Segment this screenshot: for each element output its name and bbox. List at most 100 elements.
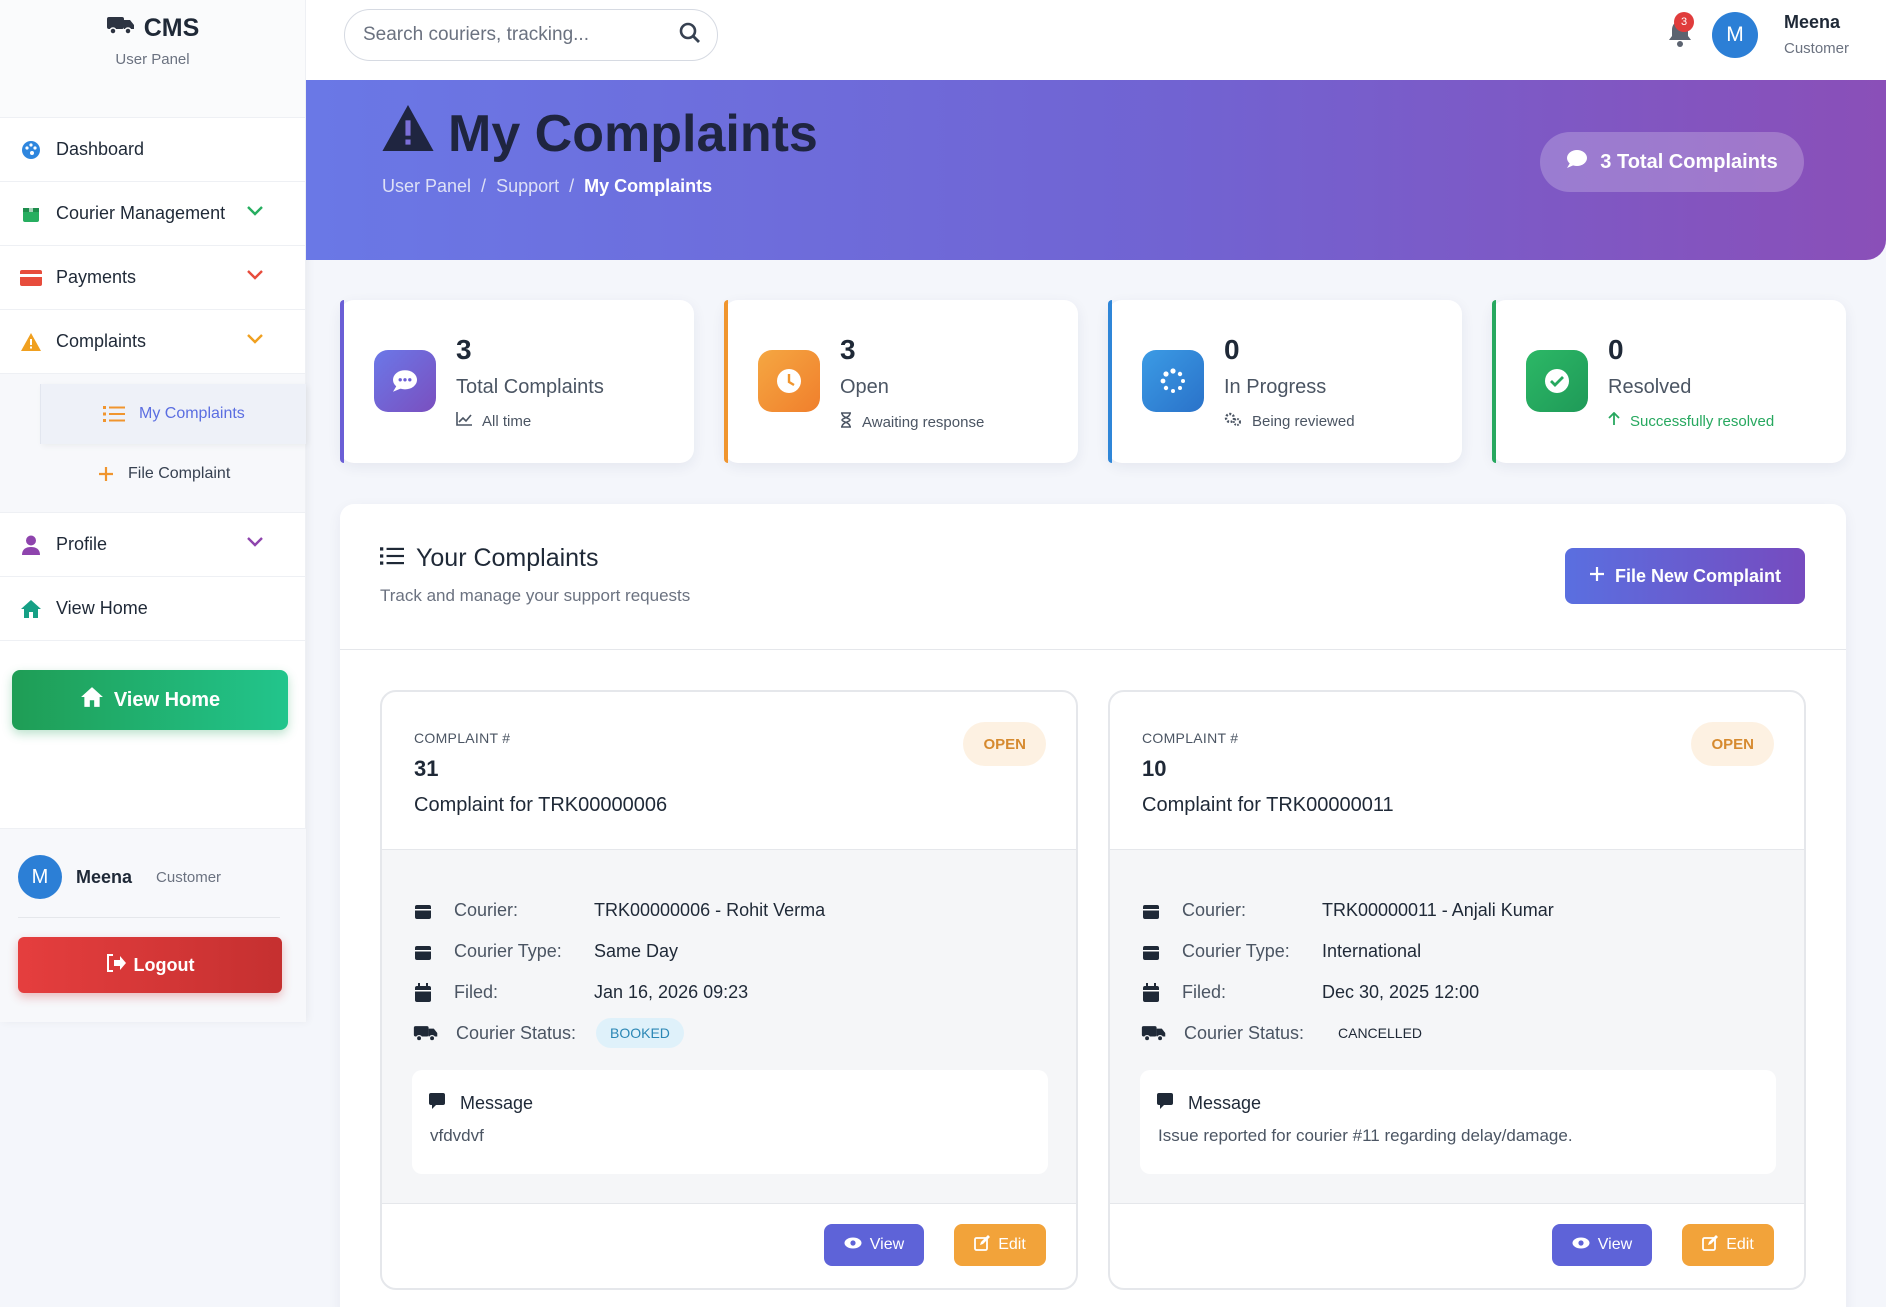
field-label: Courier Status: <box>456 1022 577 1043</box>
edit-icon <box>1702 1234 1719 1256</box>
list-icon <box>103 405 125 423</box>
view-button[interactable]: View <box>824 1224 924 1266</box>
stat-footer: Awaiting response <box>862 413 985 431</box>
total-complaints-label: 3 Total Complaints <box>1600 150 1778 173</box>
brand: CMS User Panel <box>0 0 305 118</box>
sidebar-item-payments[interactable]: Payments <box>0 246 305 310</box>
calendar-icon <box>1140 982 1162 1003</box>
field-label: Courier Type: <box>1182 941 1290 961</box>
box-icon <box>412 943 434 961</box>
stat-label: In Progress <box>1224 376 1327 398</box>
user-icon <box>20 534 42 556</box>
complaint-subject: Complaint for TRK00000006 <box>414 794 668 816</box>
stat-card-in-progress: 0 In Progress Being reviewed <box>1108 300 1462 463</box>
sidebar-subitem-my-complaints[interactable]: My Complaints <box>40 384 306 444</box>
courier-type-value: International <box>1322 941 1422 961</box>
chevron-down-icon[interactable] <box>246 535 264 553</box>
filed-date-value: Jan 16, 2026 09:23 <box>594 982 749 1002</box>
chevron-down-icon[interactable] <box>246 268 264 286</box>
breadcrumb: User Panel / Support / My Complaints <box>382 176 712 197</box>
total-complaints-pill: 3 Total Complaints <box>1540 132 1804 192</box>
stat-value: 0 <box>1608 334 1624 365</box>
search-icon[interactable] <box>679 22 701 49</box>
message-box: Message Issue reported for courier #11 r… <box>1140 1070 1776 1174</box>
stat-label: Open <box>840 376 889 398</box>
sidebar-item-courier-management[interactable]: Courier Management <box>0 182 305 246</box>
stat-card-open: 3 Open Awaiting response <box>724 300 1078 463</box>
message-label: Message <box>460 1093 534 1113</box>
calendar-icon <box>412 982 434 1003</box>
sidebar-item-label: Profile <box>56 534 108 554</box>
truck-icon <box>1140 1023 1168 1043</box>
courier-type-value: Same Day <box>594 941 679 961</box>
courier-status-badge: CANCELLED <box>1338 1025 1423 1041</box>
complaint-number-label: COMPLAINT # <box>414 730 511 746</box>
palette-icon <box>20 139 42 161</box>
view-button[interactable]: View <box>1552 1224 1652 1266</box>
box-icon <box>1140 943 1162 961</box>
view-home-button[interactable]: View Home <box>12 670 288 730</box>
complaint-number: 10 <box>1142 756 1167 781</box>
page-title: My Complaints <box>448 105 818 163</box>
field-label: Filed: <box>454 982 499 1002</box>
breadcrumb-item[interactable]: User Panel <box>382 176 471 197</box>
courier-value: TRK00000006 - Rohit Verma <box>594 900 826 920</box>
clock-icon <box>758 350 820 412</box>
cogs-icon <box>1224 412 1242 430</box>
brand-title: CMS <box>143 14 200 42</box>
stat-label: Total Complaints <box>456 376 604 398</box>
message-box: Message vfdvdvf <box>412 1070 1048 1174</box>
stat-value: 3 <box>456 334 472 365</box>
chevron-down-icon[interactable] <box>246 204 264 222</box>
search-box[interactable] <box>344 9 718 61</box>
message-text: vfdvdvf <box>430 1126 484 1145</box>
sidebar-item-dashboard[interactable]: Dashboard <box>0 118 305 182</box>
logout-button[interactable]: Logout <box>18 937 282 993</box>
file-new-complaint-button[interactable]: File New Complaint <box>1565 548 1805 604</box>
eye-icon <box>1572 1236 1590 1254</box>
stat-footer: Successfully resolved <box>1630 412 1775 430</box>
stat-value: 0 <box>1224 334 1240 365</box>
message-label: Message <box>1188 1093 1262 1113</box>
field-label: Courier: <box>1182 900 1247 920</box>
topbar: 3 M Meena Customer <box>306 0 1886 80</box>
complaint-number-label: COMPLAINT # <box>1142 730 1239 746</box>
user-name[interactable]: Meena <box>1784 12 1840 33</box>
check-circle-icon <box>1526 350 1588 412</box>
home-icon <box>80 686 104 714</box>
sidebar-item-label: Dashboard <box>56 139 145 159</box>
home-icon <box>20 598 42 620</box>
list-icon <box>380 544 404 573</box>
sidebar-item-profile[interactable]: Profile <box>0 513 305 577</box>
user-name: Meena <box>76 866 133 887</box>
breadcrumb-item[interactable]: Support <box>496 176 559 197</box>
truck-icon <box>106 14 136 43</box>
complaint-number: 31 <box>414 756 439 781</box>
complaint-card: COMPLAINT # 10 Complaint for TRK00000011… <box>1108 690 1806 1290</box>
comment-icon <box>1156 1092 1174 1115</box>
warning-icon <box>382 104 434 164</box>
sidebar-subitem-file-complaint[interactable]: File Complaint <box>0 444 305 504</box>
brand-subtitle: User Panel <box>115 51 190 68</box>
edit-button[interactable]: Edit <box>954 1224 1046 1266</box>
sidebar-subitem-label: My Complaints <box>139 405 245 422</box>
warning-icon <box>20 331 42 353</box>
file-new-complaint-label: File New Complaint <box>1614 565 1782 586</box>
complaints-submenu: My Complaints File Complaint <box>0 374 306 513</box>
avatar[interactable]: M <box>18 855 62 899</box>
panel-subtitle: Track and manage your support requests <box>380 586 691 605</box>
field-label: Courier Status: <box>1184 1022 1305 1043</box>
logout-label: Logout <box>133 954 195 975</box>
breadcrumb-separator: / <box>569 176 575 196</box>
sidebar-subitem-label: File Complaint <box>128 465 231 482</box>
edit-button[interactable]: Edit <box>1682 1224 1774 1266</box>
plus-icon <box>1589 566 1605 587</box>
avatar[interactable]: M <box>1712 12 1758 58</box>
chevron-down-icon[interactable] <box>246 332 264 350</box>
comment-icon <box>428 1092 446 1115</box>
search-input[interactable] <box>363 24 679 46</box>
sidebar-item-complaints[interactable]: Complaints <box>0 310 305 374</box>
sidebar-item-view-home[interactable]: View Home <box>0 577 305 641</box>
filed-date-value: Dec 30, 2025 12:00 <box>1322 982 1480 1002</box>
sidebar-item-label: View Home <box>56 598 148 618</box>
